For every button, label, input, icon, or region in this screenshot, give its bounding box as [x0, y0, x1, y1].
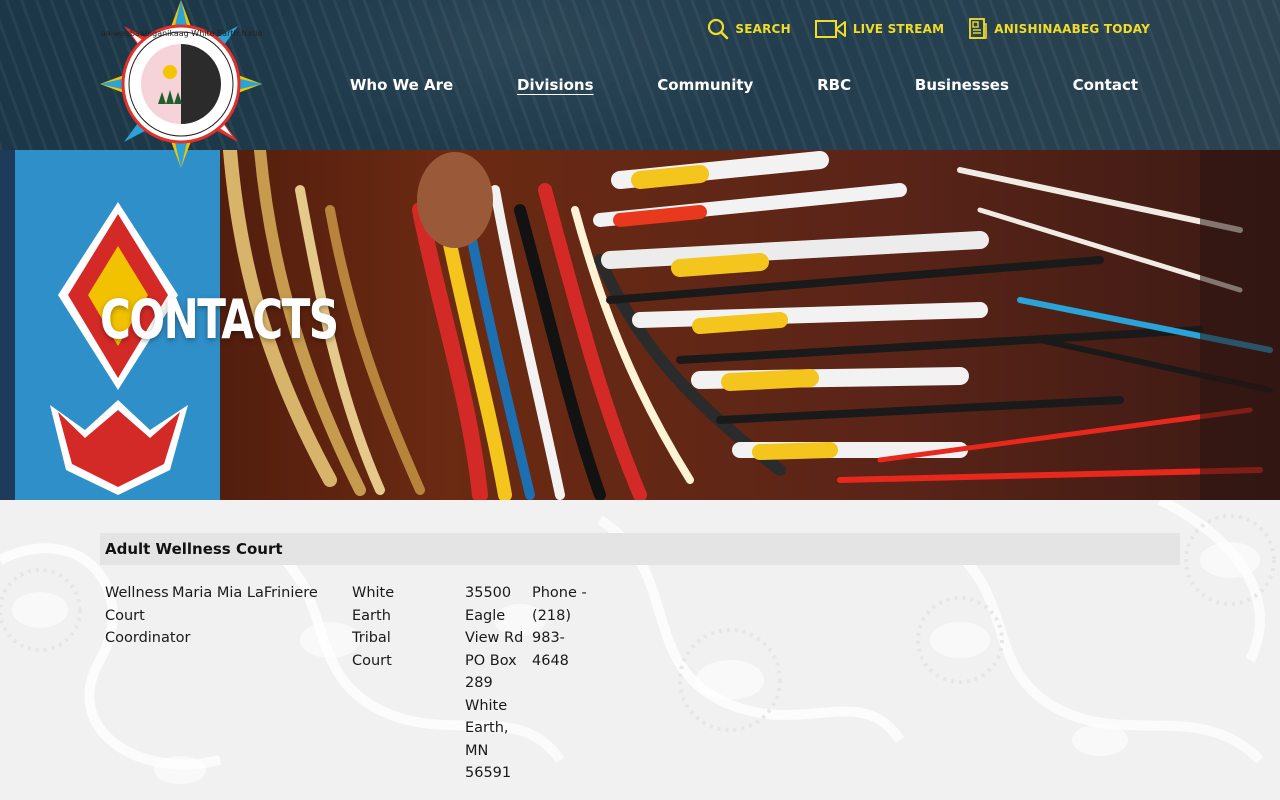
section-title: Adult Wellness Court — [105, 540, 283, 558]
video-camera-icon — [814, 20, 846, 38]
white-earth-nation-logo[interactable]: Gaa-waabaabiganikaag White Earth Nation — [95, 0, 267, 168]
main-nav: Who We Are Divisions Community RBC Busin… — [318, 76, 1170, 94]
contact-phone[interactable]: Phone - (218) 983-4648 — [532, 582, 594, 672]
contact-organization: White Earth Tribal Court — [352, 585, 395, 669]
utility-links: SEARCH LIVE STREAM ANISHINAABEG TODAY — [707, 18, 1150, 40]
nav-who-we-are[interactable]: Who We Are — [350, 76, 453, 94]
nav-businesses[interactable]: Businesses — [915, 76, 1009, 94]
site-header: Gaa-waabaabiganikaag White Earth Nation … — [0, 0, 1280, 168]
nav-community[interactable]: Community — [657, 76, 753, 94]
anishinaabeg-today-link[interactable]: ANISHINAABEG TODAY — [968, 18, 1150, 40]
live-stream-link-label: LIVE STREAM — [852, 22, 945, 36]
section-header: Adult Wellness Court — [100, 533, 1180, 565]
search-link[interactable]: SEARCH — [707, 18, 791, 40]
search-link-label: SEARCH — [735, 22, 791, 36]
contact-title: Wellness Court Coordinator — [105, 585, 191, 646]
logo-arc-text: Gaa-waabaabiganikaag White Earth Nation — [100, 29, 262, 38]
contacts-content: Adult Wellness Court Wellness Court Coor… — [0, 500, 1280, 800]
newspaper-icon — [969, 18, 988, 39]
live-stream-link[interactable]: LIVE STREAM — [814, 19, 945, 39]
contact-name: Maria Mia LaFriniere — [172, 585, 318, 601]
page-title: CONTACTS — [100, 288, 339, 351]
search-icon — [708, 18, 729, 40]
nav-contact[interactable]: Contact — [1073, 76, 1138, 94]
hero-banner: CONTACTS — [0, 150, 1280, 500]
contact-address: 35500 Eagle View Rd PO Box 289 White Ear… — [465, 585, 524, 781]
nav-rbc[interactable]: RBC — [817, 76, 851, 94]
anishinaabeg-today-link-label: ANISHINAABEG TODAY — [994, 22, 1150, 36]
nav-divisions[interactable]: Divisions — [517, 76, 594, 94]
